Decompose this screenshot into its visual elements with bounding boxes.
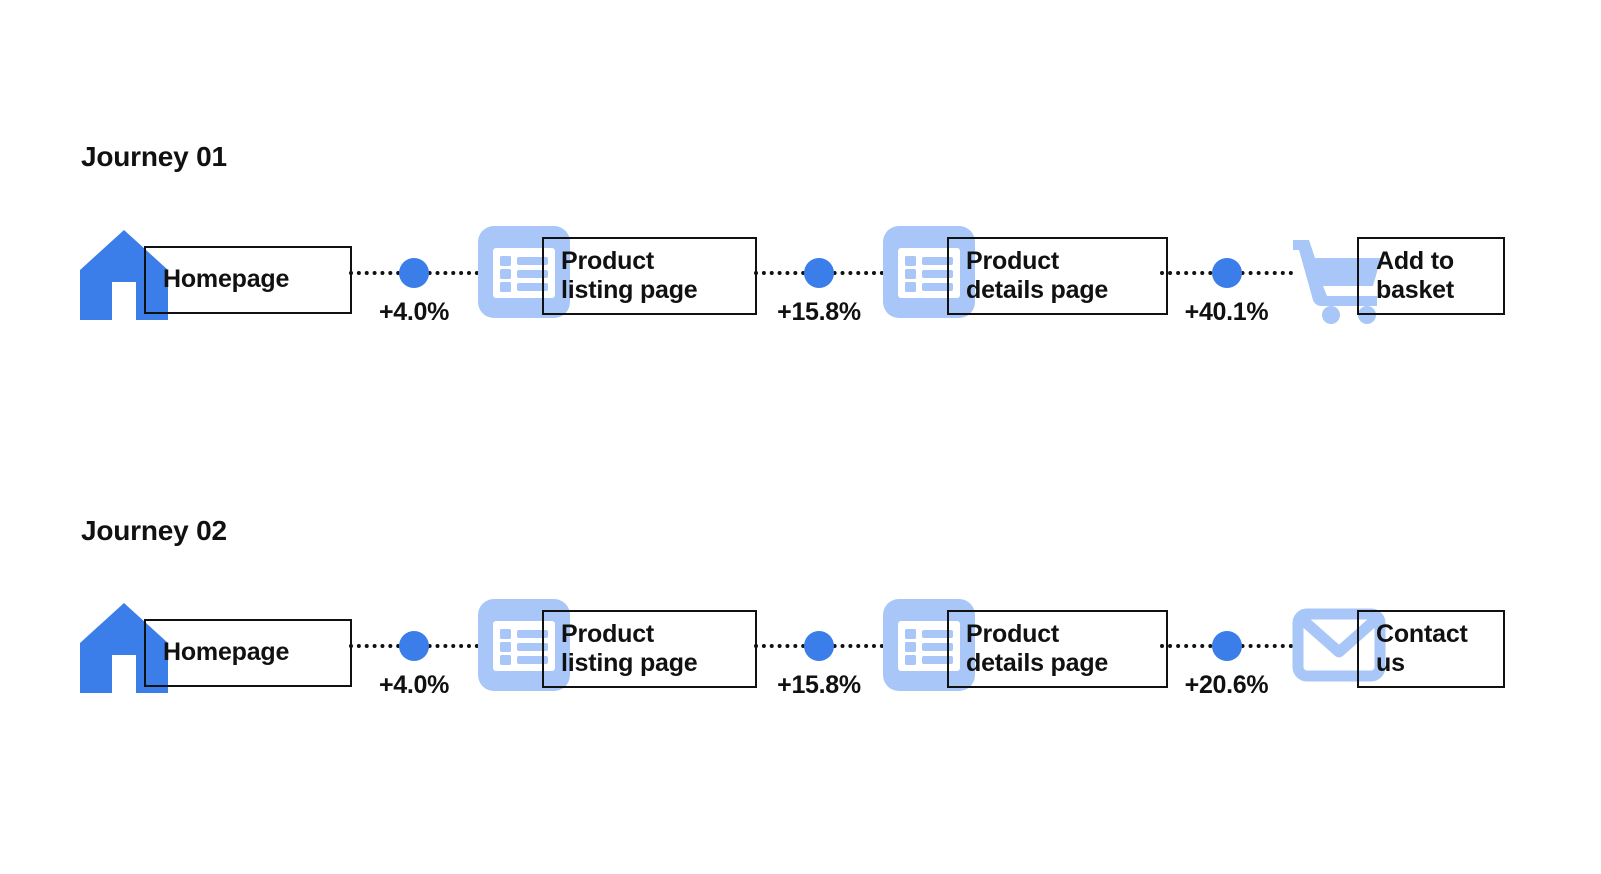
journey-title: Journey 01 [81, 141, 227, 172]
step-label: Product listing page [561, 619, 698, 678]
journey-connector: +15.8% [754, 583, 884, 723]
journey-step-product-details-page[interactable]: Product details page [881, 583, 1171, 723]
journey-step-add-to-basket[interactable]: Add to basket [1291, 210, 1581, 350]
connector-node-dot [1211, 258, 1242, 288]
step-label: Homepage [163, 265, 290, 294]
journey-step-homepage[interactable]: Homepage [76, 583, 356, 723]
journey-step-contact-us[interactable]: Contact us [1291, 583, 1581, 723]
step-label: Homepage [163, 638, 290, 667]
connector-node-dot [804, 258, 834, 288]
journey-connector: +40.1% [1160, 210, 1293, 350]
journey-connector: +4.0% [349, 583, 479, 723]
step-label-box: Homepage [144, 246, 352, 314]
step-label: Contact us [1376, 619, 1468, 678]
step-label-box: Homepage [144, 619, 352, 687]
connector-node-dot [399, 631, 429, 661]
connector-node-dot [1211, 631, 1242, 661]
journey-row: Homepage +4.0% Product listing page +15.… [0, 210, 1601, 350]
journey-step-homepage[interactable]: Homepage [76, 210, 356, 350]
connector-node-dot [804, 631, 834, 661]
step-label-box: Add to basket [1357, 237, 1505, 315]
connector-percent-label: +4.0% [378, 671, 450, 699]
connector-percent-label: +15.8% [777, 671, 861, 699]
step-label-box: Product listing page [542, 237, 757, 315]
connector-node-dot [399, 258, 429, 288]
journey-row: Homepage +4.0% Product listing page +15.… [0, 583, 1601, 723]
step-label: Product details page [966, 246, 1109, 305]
step-label-box: Product details page [947, 610, 1168, 688]
journey-step-product-listing-page[interactable]: Product listing page [476, 210, 766, 350]
connector-percent-label: +15.8% [777, 298, 861, 326]
diagram-canvas: Journey 01 Homepage +4.0% Product listin… [0, 0, 1601, 874]
journey-connector: +15.8% [754, 210, 884, 350]
step-label-box: Product listing page [542, 610, 757, 688]
journey-title: Journey 02 [81, 515, 227, 546]
journey-step-product-listing-page[interactable]: Product listing page [476, 583, 766, 723]
connector-percent-label: +40.1% [1184, 298, 1269, 326]
connector-percent-label: +20.6% [1184, 671, 1269, 699]
connector-percent-label: +4.0% [378, 298, 450, 326]
step-label: Product details page [966, 619, 1109, 678]
journey-step-product-details-page[interactable]: Product details page [881, 210, 1171, 350]
step-label-box: Contact us [1357, 610, 1505, 688]
journey-connector: +20.6% [1160, 583, 1293, 723]
step-label: Add to basket [1376, 246, 1455, 305]
step-label-box: Product details page [947, 237, 1168, 315]
journey-connector: +4.0% [349, 210, 479, 350]
step-label: Product listing page [561, 246, 698, 305]
